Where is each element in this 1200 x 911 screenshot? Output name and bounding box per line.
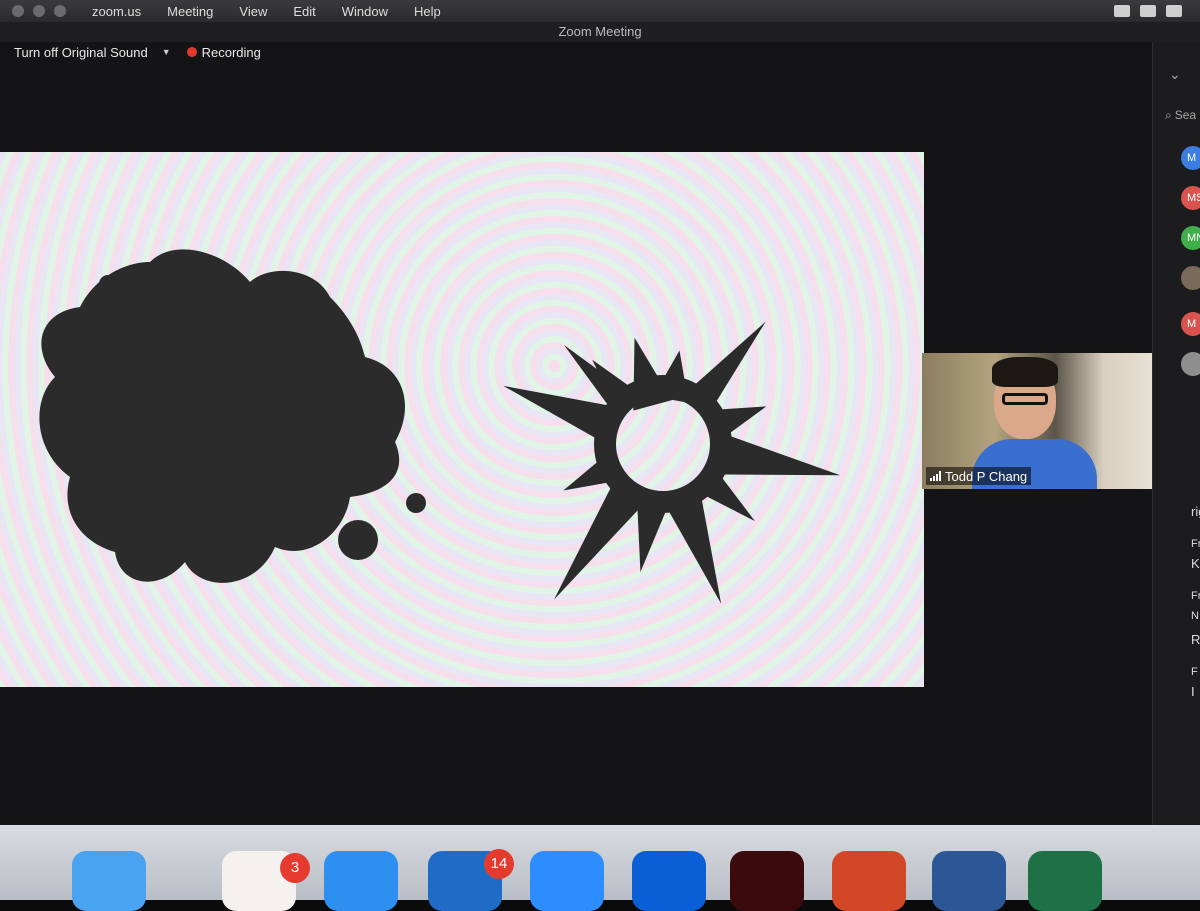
participant-name-label: Todd P Chang xyxy=(926,467,1032,485)
participant-search[interactable]: ⌕ Sea xyxy=(1165,108,1196,123)
outlook-badge: 14 xyxy=(484,849,514,879)
panel-text-fragment: rig xyxy=(1191,504,1200,519)
shared-artwork xyxy=(39,249,841,604)
dock-app-powerpoint[interactable] xyxy=(832,851,906,911)
participant-video[interactable]: Todd P Chang xyxy=(922,353,1164,489)
window-controls xyxy=(12,5,66,17)
participant-avatar[interactable]: M xyxy=(1181,312,1200,336)
shared-screen[interactable] xyxy=(0,152,924,687)
dropbox-status-icon[interactable] xyxy=(1166,5,1182,17)
chevron-down-icon[interactable]: ⌄ xyxy=(1169,66,1181,83)
starburst-shape xyxy=(503,321,841,604)
camera-status-icon[interactable] xyxy=(1140,5,1156,17)
slack-badge: 3 xyxy=(280,853,310,883)
side-panel: ⌄ ⌕ Sea M MS MN M rig Fr K Fr N R F I xyxy=(1152,42,1200,825)
zoom-status-icon[interactable] xyxy=(1114,5,1130,17)
dock-app-word[interactable] xyxy=(932,851,1006,911)
participant-avatar[interactable] xyxy=(1181,266,1200,290)
panel-text-fragment: K xyxy=(1191,556,1200,571)
panel-text-fragment: N xyxy=(1191,610,1199,622)
ink-drop-shape xyxy=(99,275,117,293)
participant-avatar[interactable]: MN xyxy=(1181,226,1200,250)
ink-drop-shape xyxy=(406,493,426,513)
menu-bar: zoom.us Meeting View Edit Window Help xyxy=(0,0,1200,22)
meeting-toolbar: Turn off Original Sound ▼ Recording xyxy=(14,42,261,62)
menu-item[interactable]: Help xyxy=(414,4,441,19)
dock: 3 14 xyxy=(0,825,1200,911)
participant-hair xyxy=(992,357,1058,387)
panel-text-fragment: Fr xyxy=(1191,590,1200,602)
participant-name: Todd P Chang xyxy=(945,468,1028,484)
dock-app-acrobat[interactable] xyxy=(730,851,804,911)
ink-drop-shape xyxy=(338,520,378,560)
panel-text-fragment: R xyxy=(1191,632,1200,647)
dock-app-safari[interactable] xyxy=(324,851,398,911)
dock-app-dropbox[interactable] xyxy=(632,851,706,911)
close-window-button[interactable] xyxy=(12,5,24,17)
menu-item[interactable]: Meeting xyxy=(167,4,213,19)
signal-strength-icon xyxy=(930,471,941,481)
original-sound-button[interactable]: Turn off Original Sound xyxy=(14,45,148,60)
recording-dot-icon xyxy=(186,47,197,57)
menu-item[interactable]: zoom.us xyxy=(92,4,141,19)
menu-item[interactable]: Window xyxy=(342,4,388,19)
search-icon: ⌕ xyxy=(1165,108,1172,122)
menu-items: zoom.us Meeting View Edit Window Help xyxy=(92,4,441,19)
meeting-area: Turn off Original Sound ▼ Recording Todd… xyxy=(0,42,1164,825)
panel-text-fragment: F xyxy=(1191,666,1198,678)
participant-glasses xyxy=(1002,393,1048,405)
panel-text-fragment: I xyxy=(1191,684,1195,699)
dock-app-zoom[interactable] xyxy=(530,851,604,911)
status-icons xyxy=(1114,5,1182,17)
recording-label: Recording xyxy=(201,44,261,60)
recording-indicator[interactable]: Recording xyxy=(186,44,261,60)
dock-app-excel[interactable] xyxy=(1028,851,1102,911)
minimize-window-button[interactable] xyxy=(33,5,45,17)
menu-item[interactable]: Edit xyxy=(293,4,315,19)
dock-app-finder[interactable] xyxy=(72,851,146,911)
window-title: Zoom Meeting xyxy=(0,22,1200,42)
menu-item[interactable]: View xyxy=(239,4,267,19)
participant-avatar[interactable]: M xyxy=(1181,146,1200,170)
zoom-window-button[interactable] xyxy=(54,5,66,17)
search-placeholder: Sea xyxy=(1174,108,1197,122)
panel-text-fragment: Fr xyxy=(1191,538,1200,550)
participant-avatar[interactable] xyxy=(1181,352,1200,376)
participant-avatar[interactable]: MS xyxy=(1181,186,1200,210)
chevron-down-icon[interactable]: ▼ xyxy=(162,47,171,57)
